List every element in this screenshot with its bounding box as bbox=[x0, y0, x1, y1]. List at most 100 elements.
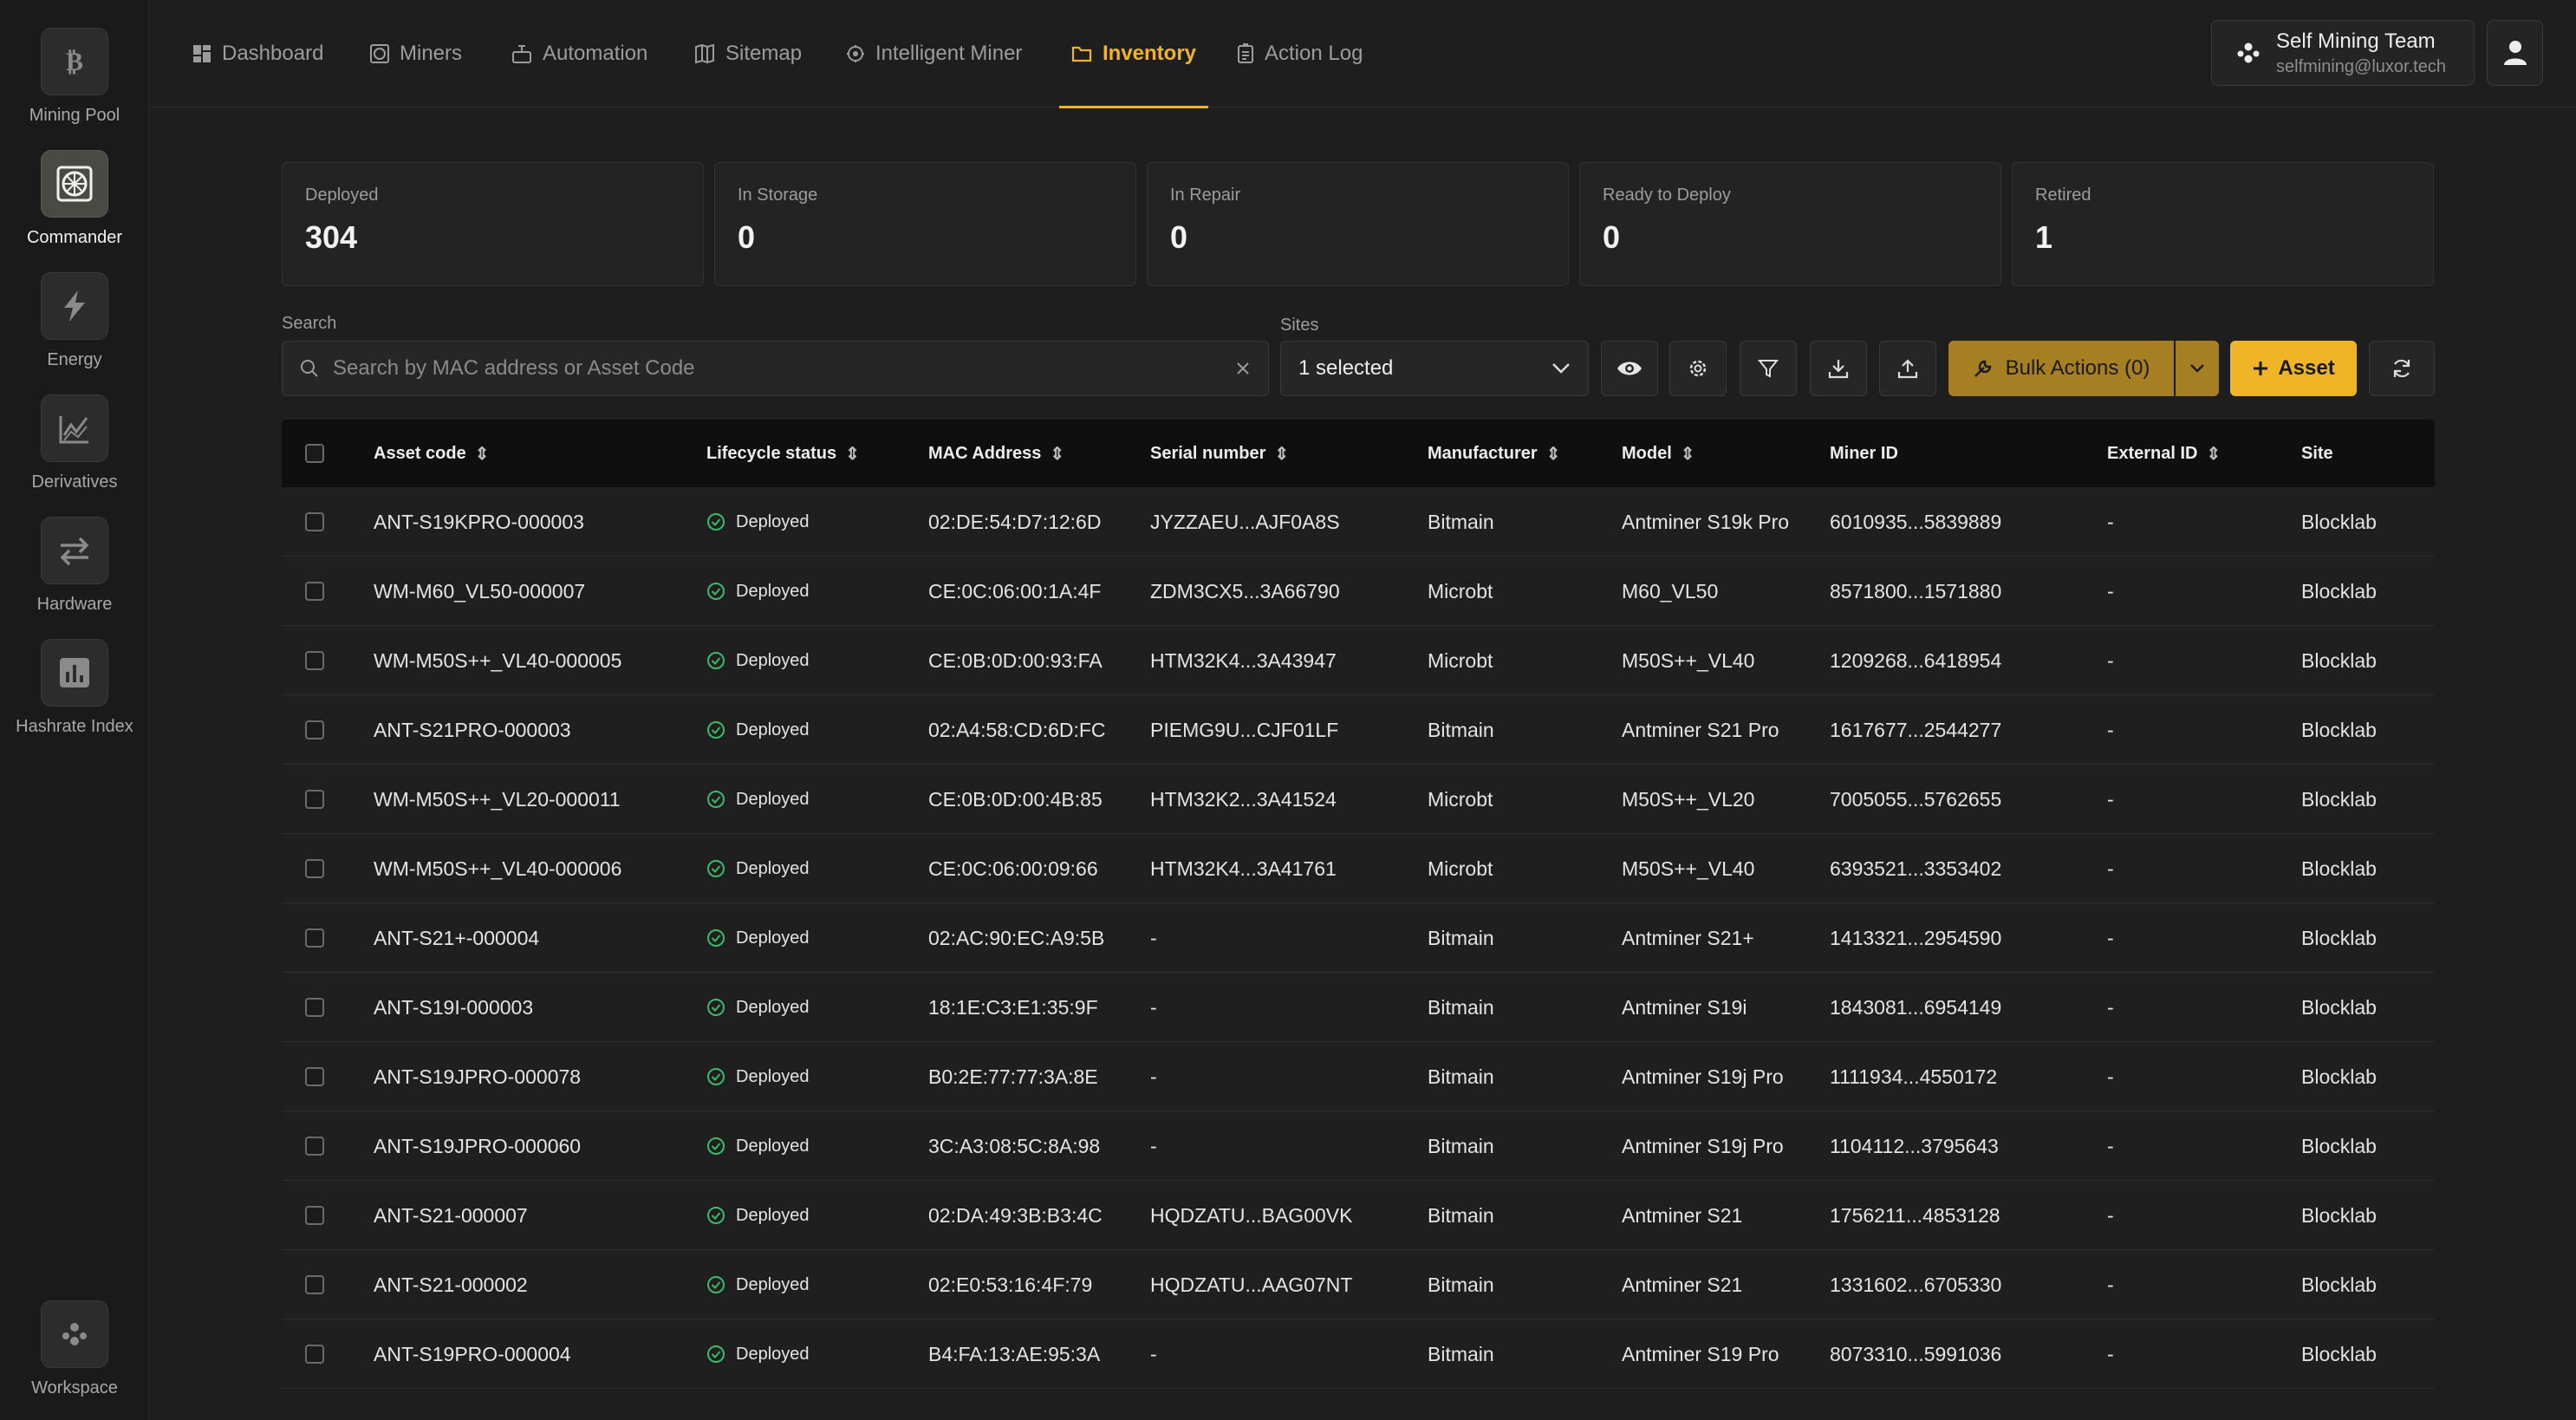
cell-model: Antminer S19j Pro bbox=[1622, 1111, 1784, 1181]
cell-manufacturer: Bitmain bbox=[1428, 1042, 1494, 1111]
user-menu-button[interactable] bbox=[2487, 20, 2543, 86]
table-row[interactable]: ANT-S19PRO-000004 Deployed B4:FA:13:AE:95:… bbox=[282, 1319, 2435, 1389]
tab-dashboard[interactable]: Dashboard bbox=[192, 0, 323, 107]
rail-item-workspace[interactable]: Workspace bbox=[0, 1300, 149, 1398]
cell-text: Deployed bbox=[736, 1066, 810, 1086]
rail-item-energy[interactable]: Energy bbox=[0, 272, 149, 370]
toggle-columns-button[interactable] bbox=[1601, 341, 1658, 396]
col-site[interactable]: Site bbox=[2301, 420, 2333, 487]
table-row[interactable]: ANT-S19KPRO-000003 Deployed 02:DE:54:D7:12… bbox=[282, 487, 2435, 557]
col-manufacturer[interactable]: Manufacturer ⇕ bbox=[1428, 420, 1560, 487]
cell-text: Blocklab bbox=[2301, 510, 2377, 533]
tab-action-log[interactable]: Action Log bbox=[1237, 0, 1363, 107]
row-checkbox[interactable] bbox=[305, 626, 324, 695]
settings-button[interactable] bbox=[1669, 341, 1727, 396]
tab-automation[interactable]: Automation bbox=[511, 0, 647, 107]
cell-text: 1617677...2544277 bbox=[1830, 718, 2002, 741]
col-miner-id[interactable]: Miner ID bbox=[1830, 420, 1898, 487]
clear-icon[interactable] bbox=[1235, 361, 1251, 376]
cell-text: WM-M50S++_VL40-000005 bbox=[374, 648, 622, 672]
cell-text: Blocklab bbox=[2301, 1065, 2377, 1088]
tab-label: Miners bbox=[400, 42, 463, 65]
tab-sitemap[interactable]: Sitemap bbox=[694, 0, 802, 107]
sites-value: 1 selected bbox=[1298, 356, 1394, 380]
col-mac-address[interactable]: MAC Address ⇕ bbox=[928, 420, 1064, 487]
cell-text: Blocklab bbox=[2301, 718, 2377, 741]
table-row[interactable]: ANT-S21-000007 Deployed 02:DA:49:3B:B3:4C H… bbox=[282, 1181, 2435, 1250]
rail-item-commander[interactable]: Commander bbox=[0, 150, 149, 248]
refresh-button[interactable] bbox=[2369, 341, 2435, 396]
row-checkbox[interactable] bbox=[305, 973, 324, 1042]
filter-icon bbox=[1758, 360, 1779, 378]
select-all-checkbox[interactable] bbox=[305, 420, 324, 487]
row-checkbox[interactable] bbox=[305, 1319, 324, 1389]
row-checkbox[interactable] bbox=[305, 765, 324, 834]
cell-external-id: - bbox=[2107, 1111, 2114, 1181]
cell-site: Blocklab bbox=[2301, 1319, 2377, 1389]
cell-miner-id: 6010935...5839889 bbox=[1830, 487, 2001, 557]
cell-text: Blocklab bbox=[2301, 995, 2377, 1019]
cell-text: - bbox=[1150, 1342, 1157, 1365]
table-row[interactable]: ANT-S21PRO-000003 Deployed 02:A4:58:CD:6D:… bbox=[282, 695, 2435, 765]
table-row[interactable]: ANT-S21+-000004 Deployed 02:AC:90:EC:A9:5B… bbox=[282, 903, 2435, 973]
table-row[interactable]: ANT-S19I-000003 Deployed 18:1E:C3:E1:35:9F… bbox=[282, 973, 2435, 1042]
rail-item-hardware[interactable]: Hardware bbox=[0, 517, 149, 615]
table-row[interactable]: ANT-S21-000002 Deployed 02:E0:53:16:4F:79 H… bbox=[282, 1250, 2435, 1319]
add-asset-button[interactable]: Asset bbox=[2230, 341, 2357, 396]
cell-site: Blocklab bbox=[2301, 1042, 2377, 1111]
cell-text: Microbt bbox=[1428, 579, 1493, 603]
stat-value: 0 bbox=[1170, 219, 1188, 255]
cell-text: JYZZAEU...AJF0A8S bbox=[1150, 510, 1340, 533]
tab-inventory[interactable]: Inventory bbox=[1059, 0, 1209, 108]
rail-item-hashrate-index[interactable]: Hashrate Index bbox=[0, 639, 149, 737]
sitemap-icon bbox=[695, 44, 714, 63]
sites-select[interactable]: 1 selected bbox=[1280, 341, 1589, 396]
bulk-actions-dropdown[interactable] bbox=[2176, 341, 2219, 396]
rail-label: Derivatives bbox=[31, 472, 118, 492]
tab-intelligent-miner[interactable]: Intelligent Miner bbox=[846, 0, 1022, 107]
col-external-id[interactable]: External ID ⇕ bbox=[2107, 420, 2221, 487]
team-switcher[interactable]: Self Mining Team selfmining@luxor.tech bbox=[2211, 20, 2475, 86]
row-checkbox[interactable] bbox=[305, 1042, 324, 1111]
download-button[interactable] bbox=[1810, 341, 1867, 396]
rail-label: Workspace bbox=[31, 1378, 118, 1397]
upload-icon bbox=[1897, 359, 1918, 379]
search-input[interactable] bbox=[333, 356, 1221, 381]
row-checkbox[interactable] bbox=[305, 1181, 324, 1250]
row-checkbox[interactable] bbox=[305, 834, 324, 903]
rail-item-derivatives[interactable]: Derivatives bbox=[0, 394, 149, 492]
tab-miners[interactable]: Miners bbox=[370, 0, 462, 107]
table-row[interactable]: ANT-S19JPRO-000078 Deployed B0:2E:77:77:3A… bbox=[282, 1042, 2435, 1111]
cell-asset-code: WM-M60_VL50-000007 bbox=[374, 557, 585, 626]
table-row[interactable]: ANT-S19JPRO-000060 Deployed 3C:A3:08:5C:8A… bbox=[282, 1111, 2435, 1181]
cell-external-id: - bbox=[2107, 557, 2114, 626]
filter-button[interactable] bbox=[1740, 341, 1797, 396]
table-row[interactable]: WM-M50S++_VL40-000005 Deployed CE:0B:0D:00… bbox=[282, 626, 2435, 695]
cell-text: - bbox=[2107, 510, 2114, 533]
upload-button[interactable] bbox=[1879, 341, 1936, 396]
table-row[interactable]: WM-M60_VL50-000007 Deployed CE:0C:06:00:1A… bbox=[282, 557, 2435, 626]
col-asset-code[interactable]: Asset code ⇕ bbox=[374, 420, 489, 487]
cell-mac-address: 02:AC:90:EC:A9:5B bbox=[928, 903, 1104, 973]
cell-text: - bbox=[2107, 1065, 2114, 1088]
table-row[interactable]: WM-M50S++_VL20-000011 Deployed CE:0B:0D:00… bbox=[282, 765, 2435, 834]
rail-item-mining-pool[interactable]: ₿ Mining Pool bbox=[0, 28, 149, 126]
cell-mac-address: CE:0B:0D:00:4B:85 bbox=[928, 765, 1103, 834]
cell-miner-id: 1209268...6418954 bbox=[1830, 626, 2001, 695]
col-serial-number[interactable]: Serial number ⇕ bbox=[1150, 420, 1289, 487]
bulk-actions-button[interactable]: Bulk Actions (0) bbox=[1948, 341, 2174, 396]
col-lifecycle-status[interactable]: Lifecycle status ⇕ bbox=[706, 420, 860, 487]
row-checkbox[interactable] bbox=[305, 487, 324, 557]
gear-icon bbox=[1689, 360, 1707, 377]
cell-miner-id: 1617677...2544277 bbox=[1830, 695, 2001, 765]
row-checkbox[interactable] bbox=[305, 695, 324, 765]
stat-label: Ready to Deploy bbox=[1603, 186, 1731, 205]
sort-icon: ⇕ bbox=[1545, 444, 1561, 464]
table-row[interactable]: WM-M50S++_VL40-000006 Deployed CE:0C:06:00… bbox=[282, 834, 2435, 903]
col-model[interactable]: Model ⇕ bbox=[1622, 420, 1695, 487]
row-checkbox[interactable] bbox=[305, 1250, 324, 1319]
row-checkbox[interactable] bbox=[305, 903, 324, 973]
row-checkbox[interactable] bbox=[305, 1111, 324, 1181]
cell-text: Deployed bbox=[736, 581, 810, 601]
row-checkbox[interactable] bbox=[305, 557, 324, 626]
